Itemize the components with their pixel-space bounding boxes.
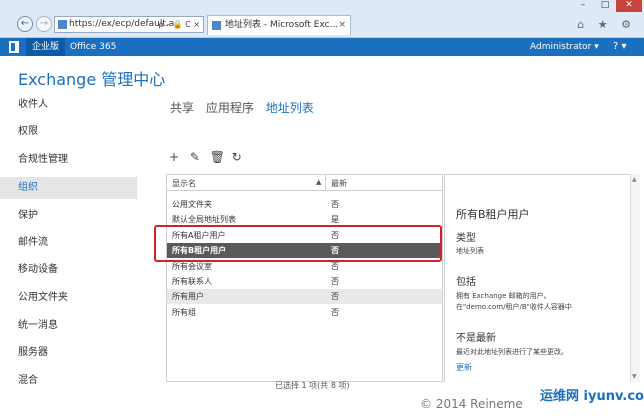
- cell-up-to-date: 否: [331, 292, 339, 301]
- scroll-down-icon[interactable]: ▼: [632, 373, 637, 380]
- cell-display-name: 公用文件夹: [172, 200, 212, 209]
- annotation-highlight-box: [154, 225, 442, 262]
- edit-icon[interactable]: ✎: [189, 150, 201, 164]
- nav-item-compliance[interactable]: 合规性管理: [0, 149, 137, 171]
- delete-icon[interactable]: 🗑: [210, 150, 225, 164]
- address-bar[interactable]: https://ex/ecp/default.a ρ – 🔒 C ×: [54, 16, 204, 33]
- sort-ascending-icon[interactable]: ▲: [316, 178, 321, 186]
- details-includes-line1: 拥有 Exchange 邮箱的用户。: [456, 292, 551, 300]
- column-header-display-name[interactable]: 显示名: [172, 178, 196, 189]
- browser-tab[interactable]: 地址列表 - Microsoft Exc... ×: [207, 15, 351, 35]
- help-menu[interactable]: ? ▾: [613, 38, 627, 56]
- toolbar: + ✎ 🗑 ↻: [168, 150, 249, 166]
- table-header: 显示名 ▲ 最新: [167, 175, 442, 191]
- copyright-text: © 2014 Reineme: [420, 397, 523, 411]
- minimize-button[interactable]: –: [572, 0, 594, 12]
- details-type-value: 地址列表: [456, 247, 484, 255]
- user-menu[interactable]: Administrator ▾: [530, 38, 599, 56]
- forward-button[interactable]: →: [36, 16, 52, 32]
- tab-address-lists[interactable]: 地址列表: [266, 99, 314, 116]
- scroll-up-icon[interactable]: ▲: [632, 176, 637, 183]
- tab-close-icon[interactable]: ×: [338, 16, 346, 34]
- details-title: 所有B租户用户: [456, 208, 530, 221]
- refresh-icon[interactable]: ↻: [231, 150, 243, 164]
- nav-item-permissions[interactable]: 权限: [0, 121, 137, 143]
- column-header-up-to-date[interactable]: 最新: [331, 178, 347, 189]
- table-row[interactable]: 所有联系人 否: [167, 274, 442, 289]
- suite-tab-enterprise[interactable]: 企业版: [26, 38, 66, 56]
- window-title-bar: – □ ✕: [0, 0, 644, 12]
- left-navigation: 收件人 权限 合规性管理 组织 保护 邮件流 移动设备 公用文件夹 统一消息 服…: [0, 94, 137, 398]
- details-stale-heading: 不是最新: [456, 333, 496, 344]
- table-row[interactable]: 所有组 否: [167, 305, 442, 320]
- address-list-table: 显示名 ▲ 最新 公用文件夹 否 默认全局地址列表 是 所有A租户用户 否 所有…: [166, 174, 443, 382]
- details-type-heading: 类型: [456, 233, 476, 244]
- address-tools[interactable]: ρ – 🔒 C ×: [159, 17, 201, 32]
- table-row[interactable]: 所有用户 否: [167, 289, 442, 304]
- details-includes-heading: 包括: [456, 277, 476, 288]
- cell-up-to-date: 否: [331, 277, 339, 286]
- selection-status: 已选择 1 项(共 8 项): [275, 381, 350, 390]
- suite-tab-office365[interactable]: Office 365: [64, 38, 122, 56]
- details-stale-text: 最近对此地址列表进行了某些更改。: [456, 348, 568, 356]
- browser-chrome: – □ ✕ ← → https://ex/ecp/default.a ρ – 🔒…: [0, 0, 644, 38]
- nav-item-unified-messaging[interactable]: 统一消息: [0, 315, 137, 337]
- browser-toolbar-icons[interactable]: ⌂ ★ ⚙: [577, 18, 636, 31]
- nav-item-mail-flow[interactable]: 邮件流: [0, 232, 137, 254]
- close-window-button[interactable]: ✕: [616, 0, 642, 12]
- nav-item-organization[interactable]: 组织: [0, 177, 137, 199]
- column-divider[interactable]: [325, 175, 326, 191]
- app-title: Exchange 管理中心: [18, 70, 166, 89]
- watermark-text: 运维网 iyunv.com: [540, 389, 644, 404]
- add-icon[interactable]: +: [168, 150, 180, 164]
- tab-favicon-icon: [212, 21, 221, 30]
- details-pane: 所有B租户用户 类型 地址列表 包括 拥有 Exchange 邮箱的用户。 在"…: [444, 174, 630, 382]
- maximize-button[interactable]: □: [594, 0, 616, 12]
- tab-apps[interactable]: 应用程序: [206, 99, 254, 116]
- nav-item-servers[interactable]: 服务器: [0, 342, 137, 364]
- tab-title: 地址列表 - Microsoft Exc...: [225, 20, 339, 30]
- details-includes-line2: 在"demo.com/租户/B"收件人容器中: [456, 303, 572, 311]
- cell-up-to-date: 否: [331, 308, 339, 317]
- back-button[interactable]: ←: [17, 16, 33, 32]
- nav-item-mobile[interactable]: 移动设备: [0, 259, 137, 281]
- cell-display-name: 所有组: [172, 308, 196, 317]
- cell-display-name: 所有联系人: [172, 277, 212, 286]
- details-scrollbar[interactable]: ▲ ▼: [630, 174, 640, 382]
- cell-display-name: 所有用户: [172, 292, 204, 301]
- update-link[interactable]: 更新: [456, 362, 472, 373]
- cell-up-to-date: 否: [331, 200, 339, 209]
- site-icon: [58, 20, 67, 29]
- nav-item-hybrid[interactable]: 混合: [0, 370, 137, 392]
- nav-item-public-folders[interactable]: 公用文件夹: [0, 287, 137, 309]
- nav-item-recipients[interactable]: 收件人: [0, 94, 137, 116]
- sub-tabs: 共享 应用程序 地址列表: [170, 99, 322, 116]
- tab-sharing[interactable]: 共享: [170, 99, 194, 116]
- table-row[interactable]: 公用文件夹 否: [167, 197, 442, 212]
- suite-bar: 企业版 Office 365 Administrator ▾ ? ▾: [0, 38, 644, 56]
- office-logo-icon[interactable]: [9, 41, 19, 53]
- nav-item-protection[interactable]: 保护: [0, 205, 137, 227]
